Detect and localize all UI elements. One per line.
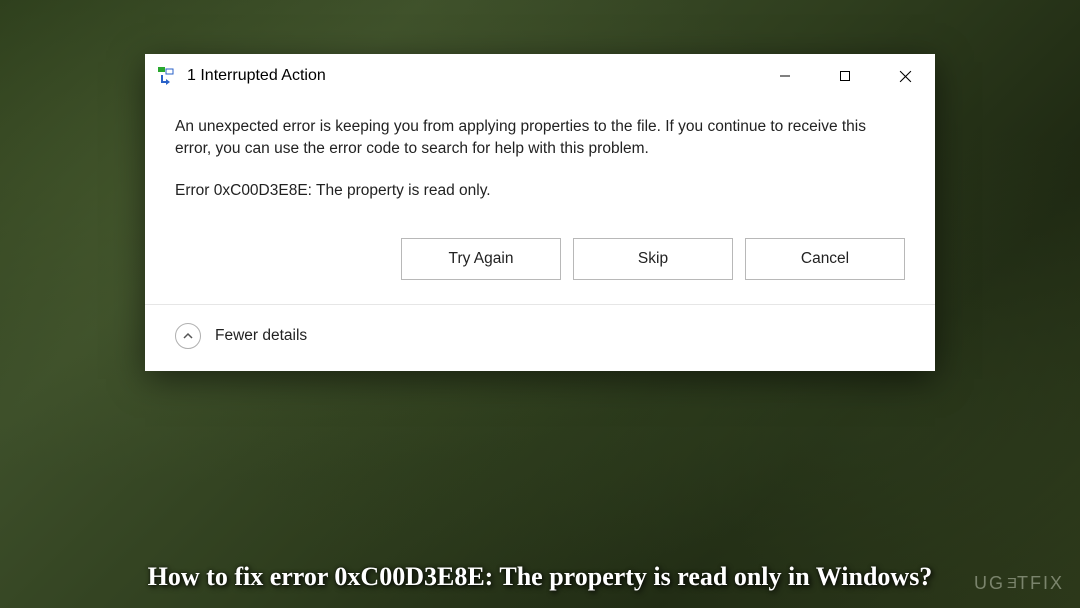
dialog-content: An unexpected error is keeping you from … — [145, 98, 935, 238]
error-message: An unexpected error is keeping you from … — [175, 116, 905, 160]
skip-button[interactable]: Skip — [573, 238, 733, 280]
try-again-button[interactable]: Try Again — [401, 238, 561, 280]
dialog-title: 1 Interrupted Action — [187, 67, 755, 85]
details-toggle[interactable]: Fewer details — [145, 305, 935, 371]
close-button[interactable] — [875, 54, 935, 98]
window-controls — [755, 54, 935, 97]
chevron-up-icon — [175, 323, 201, 349]
article-caption: How to fix error 0xC00D3E8E: The propert… — [0, 562, 1080, 592]
error-code-line: Error 0xC00D3E8E: The property is read o… — [175, 182, 905, 200]
minimize-button[interactable] — [755, 54, 815, 98]
watermark: UGETFIX — [974, 573, 1064, 594]
app-icon — [157, 66, 177, 86]
cancel-button[interactable]: Cancel — [745, 238, 905, 280]
titlebar: 1 Interrupted Action — [145, 54, 935, 98]
details-toggle-label: Fewer details — [215, 327, 307, 345]
maximize-button[interactable] — [815, 54, 875, 98]
error-dialog: 1 Interrupted Action An unexpected error… — [145, 54, 935, 371]
dialog-buttons: Try Again Skip Cancel — [145, 238, 935, 304]
